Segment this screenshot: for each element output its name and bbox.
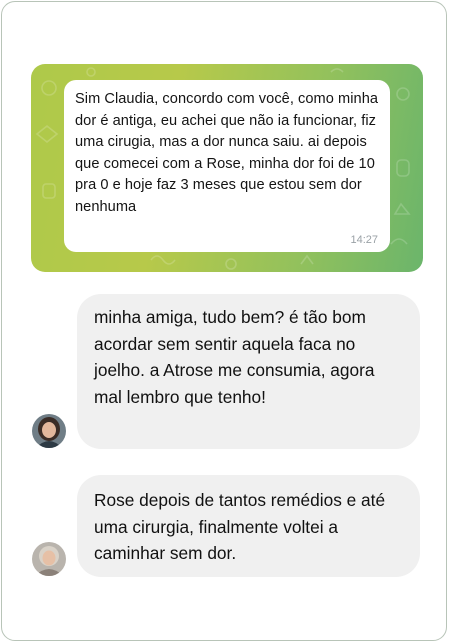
comment-bubble: minha amiga, tudo bem? é tão bom acordar… [77, 294, 420, 449]
avatar-photo-icon [32, 542, 66, 576]
comment-text: minha amiga, tudo bem? é tão bom acordar… [94, 307, 375, 407]
comment-text: Rose depois de tantos remédios e até uma… [94, 490, 386, 564]
avatar-photo-icon [32, 414, 66, 448]
telegram-chat-panel: Sim Claudia, concordo com você, como min… [31, 64, 423, 272]
telegram-message-bubble: Sim Claudia, concordo com você, como min… [64, 80, 390, 252]
screenshot-frame: Sim Claudia, concordo com você, como min… [1, 1, 447, 641]
avatar[interactable] [32, 414, 66, 448]
message-timestamp: 14:27 [350, 234, 378, 246]
avatar[interactable] [32, 542, 66, 576]
telegram-message-text: Sim Claudia, concordo com você, como min… [75, 91, 379, 215]
comment-bubble: Rose depois de tantos remédios e até uma… [77, 475, 420, 577]
